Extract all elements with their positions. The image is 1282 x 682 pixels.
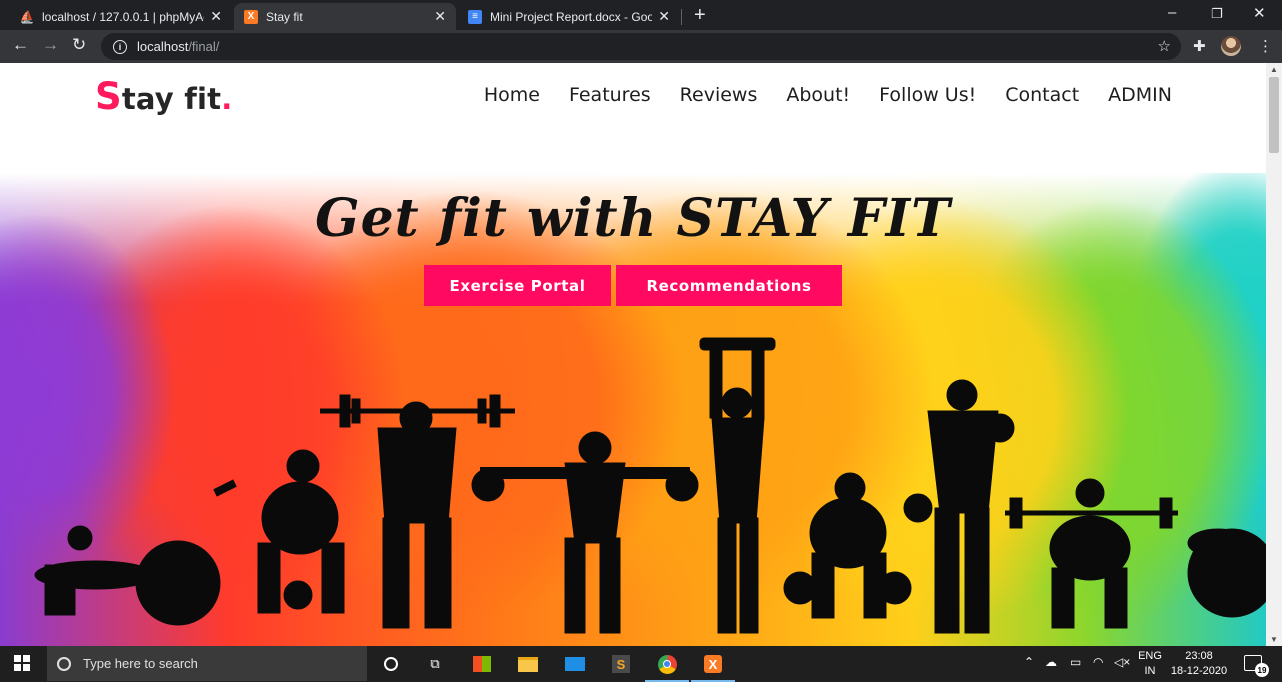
sublime-text-icon[interactable]: S [611,654,631,674]
clock-date: 18-12-2020 [1170,665,1228,677]
windows-start-icon[interactable] [14,655,30,671]
logo-dot: . [221,82,233,116]
nav-home[interactable]: Home [484,84,540,106]
recommendations-button[interactable]: Recommendations [616,265,842,306]
silhouette-barbell-press [320,394,515,629]
forward-button[interactable]: → [42,35,59,55]
tab-strip: ⛵ localhost / 127.0.0.1 | phpMyAdm ✕ X S… [0,0,1282,30]
close-window-button[interactable]: ✕ [1253,4,1266,22]
nav-features[interactable]: Features [569,84,651,106]
silhouette-ball-exercise [34,479,237,626]
clock-time: 23:08 [1185,650,1213,662]
silhouette-dumbbell-overhead [699,337,776,634]
tab-title: Mini Project Report.docx - Googl [490,9,653,24]
onedrive-cloud-icon[interactable]: ☁ [1045,655,1057,669]
cortana-icon[interactable] [381,654,401,674]
google-docs-icon: ≡ [468,9,482,24]
chrome-icon[interactable] [645,654,689,682]
silhouette-lateral-raise [471,431,699,634]
wifi-icon[interactable]: ◠ [1093,655,1103,669]
file-explorer-icon[interactable] [518,654,538,674]
silhouette-kettlebell-squat [257,449,345,614]
language-region: IN [1144,665,1156,677]
nav-about[interactable]: About! [786,84,850,106]
search-placeholder: Type here to search [83,656,198,671]
minimize-button[interactable]: – [1168,4,1176,21]
nav-admin[interactable]: ADMIN [1108,84,1172,106]
scrollbar-thumb[interactable] [1269,77,1279,153]
close-icon[interactable]: ✕ [210,8,222,25]
scroll-down-icon[interactable]: ▼ [1270,635,1278,644]
chevron-up-icon[interactable]: ⌃ [1024,655,1034,669]
xampp-icon[interactable]: X [691,654,735,682]
tab-google-docs[interactable]: ≡ Mini Project Report.docx - Googl ✕ [458,3,680,30]
windows-taskbar: Type here to search ⧉ S X ⌃ ☁ ▭ ◠ ◁× ENG… [0,646,1282,682]
notification-center-icon[interactable]: 19 [1244,655,1269,677]
nav-reviews[interactable]: Reviews [680,84,758,106]
silhouette-dumbbell-squat [783,472,912,619]
new-tab-button[interactable]: + [694,4,706,27]
nav-follow-us[interactable]: Follow Us! [879,84,976,106]
silhouette-ball-right [1187,528,1266,618]
logo-text: tay fit [121,82,222,116]
input-language[interactable]: ENG IN [1136,649,1164,679]
xampp-icon: X [244,9,258,24]
info-icon[interactable]: i [113,39,127,54]
logo-initial: S [95,75,122,118]
menu-kebab-icon[interactable]: ⋮ [1258,37,1273,55]
silhouette-bicep-curl [903,379,1015,634]
main-nav: Home Features Reviews About! Follow Us! … [484,84,1172,106]
profile-avatar[interactable] [1221,36,1241,56]
task-view-icon[interactable]: ⧉ [425,654,445,674]
tab-separator [681,9,682,25]
search-icon [57,656,71,671]
notification-count-badge: 19 [1255,663,1269,677]
mail-icon[interactable] [565,654,585,674]
battery-icon[interactable]: ▭ [1070,655,1081,669]
microsoft-store-icon[interactable] [472,654,492,674]
tab-phpmyadmin[interactable]: ⛵ localhost / 127.0.0.1 | phpMyAdm ✕ [10,3,232,30]
exercise-portal-button[interactable]: Exercise Portal [424,265,611,306]
page-scrollbar[interactable]: ▲ ▼ [1266,63,1282,646]
maximize-button[interactable]: ❐ [1211,6,1223,22]
taskbar-search-box[interactable]: Type here to search [47,646,367,681]
address-bar[interactable]: i localhost/final/ ☆ [101,33,1181,60]
tab-stay-fit[interactable]: X Stay fit ✕ [234,3,456,30]
language-code: ENG [1138,650,1162,662]
scroll-up-icon[interactable]: ▲ [1270,65,1278,74]
extensions-puzzle-icon[interactable]: ✚ [1193,37,1206,55]
site-logo[interactable]: Stay fit. [95,75,232,118]
back-button[interactable]: ← [12,35,29,55]
silhouette-barbell-squat [1005,478,1178,629]
phpmyadmin-icon: ⛵ [19,9,35,24]
speaker-muted-icon[interactable]: ◁× [1114,655,1130,669]
url-host: localhost [137,39,189,54]
close-icon[interactable]: ✕ [434,8,446,25]
tab-title: Stay fit [266,9,303,24]
bookmark-star-icon[interactable]: ☆ [1158,37,1171,55]
system-clock[interactable]: 23:08 18-12-2020 [1168,649,1230,679]
athlete-silhouettes-illustration [34,337,1266,634]
url-path: /final/ [188,39,220,54]
reload-button[interactable]: ↻ [72,35,86,55]
nav-contact[interactable]: Contact [1005,84,1079,106]
web-page: Stay fit. Home Features Reviews About! F… [0,63,1266,646]
tab-title: localhost / 127.0.0.1 | phpMyAdm [42,9,205,24]
browser-toolbar: ← → ↻ i localhost/final/ ☆ ✚ ⋮ [0,30,1282,63]
close-icon[interactable]: ✕ [658,8,670,25]
hero-title: Get fit with STAY FIT [315,188,951,249]
